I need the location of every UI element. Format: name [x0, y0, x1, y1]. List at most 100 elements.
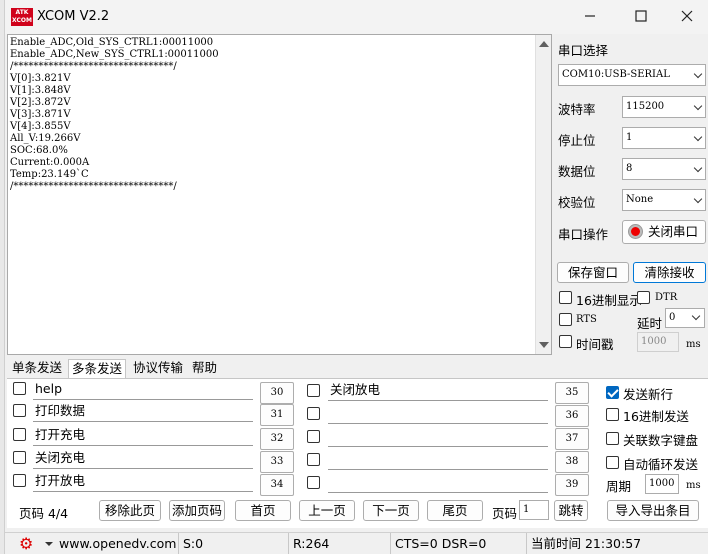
page-number-input[interactable]: 1 [519, 500, 549, 520]
page-info: 页码 4/4 [19, 506, 69, 521]
dtr-checkbox[interactable] [637, 291, 650, 304]
website-link[interactable]: www.openedv.com [55, 533, 179, 554]
clear-receive-label: 清除接收 [644, 265, 695, 280]
row-checkbox[interactable] [13, 451, 26, 464]
send-row-button[interactable]: 32 [260, 428, 294, 450]
send-row-button[interactable]: 39 [555, 474, 589, 496]
import-export-label: 导入导出条目 [615, 503, 691, 518]
tab-protocol[interactable]: 协议传输 [130, 359, 186, 379]
row-checkbox[interactable] [13, 382, 26, 395]
timestamp-label: 时间戳 [576, 337, 614, 352]
stopbits-value: 1 [626, 132, 633, 143]
send-text-field[interactable]: help [33, 380, 253, 400]
send-text-field[interactable]: 关闭充电 [33, 449, 253, 469]
send-text-field[interactable]: 打开放电 [33, 472, 253, 492]
send-row-button[interactable]: 37 [555, 428, 589, 450]
parity-select[interactable]: None [622, 189, 706, 211]
row-checkbox[interactable] [307, 430, 320, 443]
close-port-button[interactable]: 关闭串口 [622, 220, 706, 244]
send-row-button[interactable]: 30 [260, 382, 294, 404]
numeric-keypad-checkbox[interactable] [606, 432, 619, 445]
send-text-field[interactable] [328, 404, 548, 424]
send-text-field[interactable]: 打开充电 [33, 426, 253, 446]
stopbits-label: 停止位 [558, 133, 596, 148]
chevron-down-icon [693, 194, 703, 204]
send-row-button[interactable]: 38 [555, 451, 589, 473]
period-input[interactable]: 1000 [645, 474, 679, 494]
auto-loop-label: 自动循环发送 [623, 457, 699, 472]
send-text-field[interactable]: 关闭放电 [328, 381, 548, 401]
databits-label: 数据位 [558, 164, 596, 179]
window-title: XCOM V2.2 [37, 9, 110, 24]
row-checkbox[interactable] [307, 407, 320, 420]
row-checkbox[interactable] [13, 428, 26, 441]
row-checkbox[interactable] [307, 384, 320, 397]
send-text-field[interactable] [328, 450, 548, 470]
port-select-value: COM10:USB-SERIAL [562, 69, 670, 80]
send-row-button[interactable]: 33 [260, 451, 294, 473]
row-checkbox[interactable] [307, 453, 320, 466]
remove-page-button[interactable]: 移除此页 [99, 500, 161, 521]
status-bar: ⚙ www.openedv.com S:0 R:264 CTS=0 DSR=0 … [5, 532, 708, 554]
period-ms-label: ms [686, 480, 701, 491]
hex-send-checkbox[interactable] [606, 408, 619, 421]
stopbits-select[interactable]: 1 [622, 127, 706, 149]
row-checkbox[interactable] [13, 474, 26, 487]
tab-multi-send[interactable]: 多条发送 [68, 359, 127, 379]
chevron-down-icon [693, 69, 703, 79]
timestamp-interval-input[interactable]: 1000 [637, 332, 679, 352]
clear-receive-button[interactable]: 清除接收 [633, 262, 706, 283]
send-text-field[interactable]: 打印数据 [33, 402, 253, 422]
baud-value: 115200 [626, 101, 665, 112]
databits-select[interactable]: 8 [622, 158, 706, 180]
minimize-icon [585, 15, 595, 17]
add-page-button[interactable]: 添加页码 [169, 500, 225, 521]
gear-icon[interactable]: ⚙ [19, 536, 35, 552]
remove-page-label: 移除此页 [104, 503, 155, 518]
baud-select[interactable]: 115200 [622, 96, 706, 118]
send-row-button[interactable]: 35 [555, 382, 589, 404]
close-port-label: 关闭串口 [647, 224, 698, 239]
close-button[interactable] [665, 4, 708, 30]
chevron-down-icon [693, 132, 703, 142]
signal-status: CTS=0 DSR=0 DCD=0 [391, 533, 527, 554]
app-logo-icon: ATK XCOM [11, 8, 33, 26]
parity-label: 校验位 [558, 195, 596, 210]
send-row-button[interactable]: 34 [260, 474, 294, 496]
send-row-button[interactable]: 36 [555, 405, 589, 427]
prev-page-button[interactable]: 上一页 [299, 500, 355, 521]
tab-help[interactable]: 帮助 [189, 359, 220, 379]
scroll-up-icon[interactable] [539, 41, 549, 47]
last-page-button[interactable]: 尾页 [427, 500, 483, 521]
tab-single-send[interactable]: 单条发送 [9, 359, 65, 379]
title-bar: ATK XCOM XCOM V2.2 [5, 0, 708, 34]
jump-button[interactable]: 跳转 [554, 500, 588, 521]
hex-display-checkbox[interactable] [559, 291, 572, 304]
timestamp-checkbox[interactable] [559, 335, 572, 348]
row-checkbox[interactable] [13, 404, 26, 417]
send-newline-checkbox[interactable] [606, 386, 619, 399]
receive-scrollbar[interactable] [535, 35, 551, 354]
send-text-field[interactable] [328, 473, 548, 493]
auto-loop-checkbox[interactable] [606, 456, 619, 469]
next-page-button[interactable]: 下一页 [363, 500, 419, 521]
receive-textarea[interactable]: Enable_ADC,Old_SYS_CTRL1:00011000 Enable… [7, 34, 552, 355]
import-export-button[interactable]: 导入导出条目 [607, 500, 699, 521]
send-text-field[interactable] [328, 427, 548, 447]
hex-display-label: 16进制显示 [576, 293, 642, 308]
send-row-button[interactable]: 31 [260, 404, 294, 426]
maximize-button[interactable] [619, 4, 663, 30]
rts-label: RTS [576, 314, 597, 325]
minimize-button[interactable] [568, 4, 612, 30]
first-page-button[interactable]: 首页 [235, 500, 291, 521]
port-select[interactable]: COM10:USB-SERIAL [558, 64, 706, 86]
delay-spinbox[interactable]: 0 [665, 308, 705, 328]
scroll-down-icon[interactable] [539, 342, 549, 348]
rts-checkbox[interactable] [559, 313, 572, 326]
row-checkbox[interactable] [307, 476, 320, 489]
prev-page-label: 上一页 [308, 503, 346, 518]
chevron-down-icon[interactable] [45, 542, 53, 546]
save-window-button[interactable]: 保存窗口 [557, 262, 629, 283]
send-newline-label: 发送新行 [623, 387, 674, 402]
port-status-icon [629, 225, 642, 238]
